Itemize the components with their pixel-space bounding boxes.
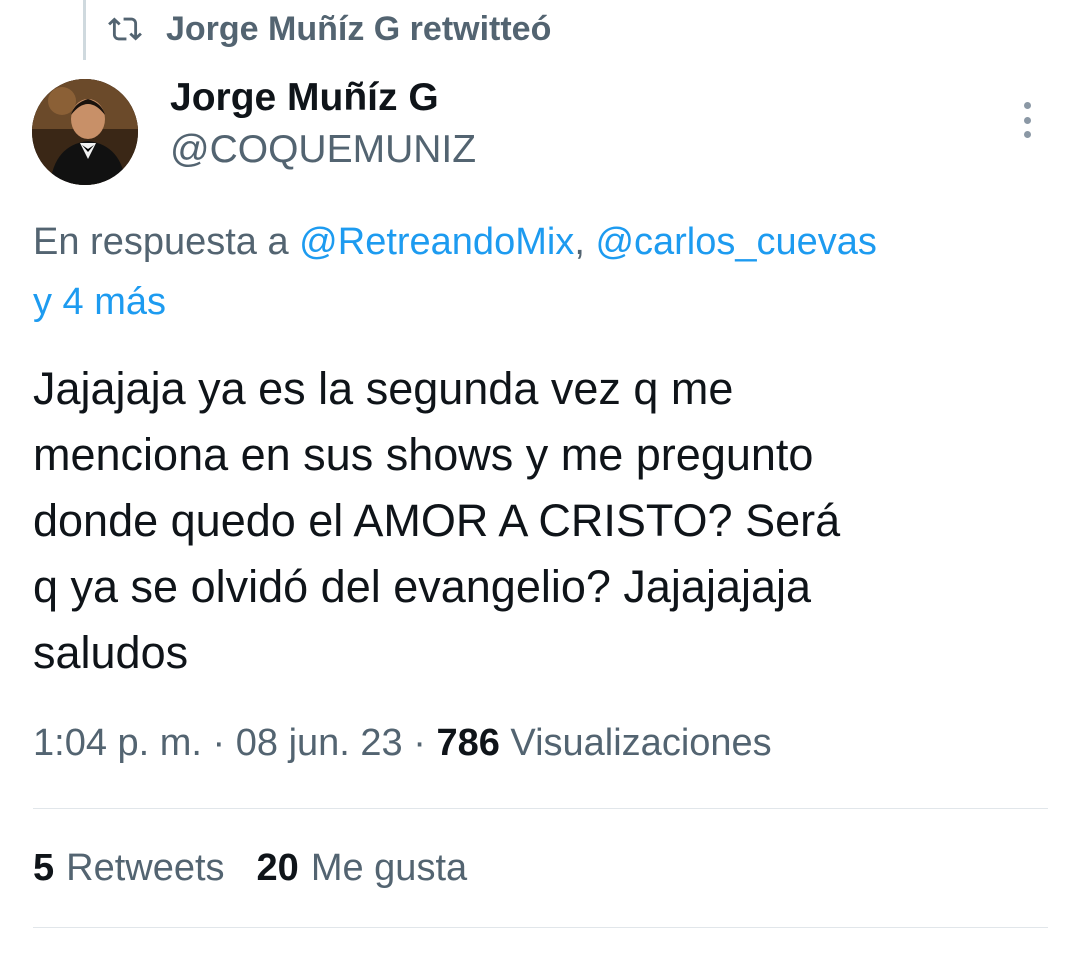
author-handle[interactable]: @COQUEMUNIZ — [170, 128, 476, 172]
mention-retreandomix[interactable]: @RetreandoMix — [299, 221, 574, 263]
more-vertical-icon-dot — [1023, 131, 1031, 138]
retweet-icon — [108, 17, 142, 41]
retweets-label: Retweets — [66, 847, 225, 889]
tweet-meta: 1:04 p. m. · 08 jun. 23 · 786 Visualizac… — [33, 722, 772, 765]
reply-prefix: En respuesta a — [33, 221, 300, 263]
reply-context: En respuesta a @RetreandoMix, @carlos_cu… — [33, 212, 1053, 332]
thread-line — [83, 0, 86, 60]
views-label: Visualizaciones — [499, 722, 772, 764]
more-vertical-icon-dot — [1023, 102, 1031, 109]
likes-stat[interactable]: 20 Me gusta — [257, 847, 468, 890]
tweet-text: Jajajaja ya es la segunda vez q me menci… — [33, 363, 841, 678]
tweet-date[interactable]: 08 jun. 23 — [236, 722, 403, 764]
author-display-name[interactable]: Jorge Muñíz G — [170, 76, 439, 120]
reply-separator: , — [574, 221, 596, 263]
mention-more-link[interactable]: y 4 más — [33, 281, 166, 323]
meta-separator: · — [402, 722, 437, 764]
more-options-button[interactable] — [1010, 98, 1044, 142]
retweet-banner-text: Jorge Muñíz G retwitteó — [166, 9, 552, 48]
views-count: 786 — [436, 722, 500, 764]
retweets-count: 5 — [33, 847, 55, 889]
tweet-time[interactable]: 1:04 p. m. — [33, 722, 202, 764]
divider — [33, 808, 1048, 809]
meta-separator: · — [201, 722, 236, 764]
divider — [33, 927, 1048, 928]
engagement-stats: 5 Retweets 20 Me gusta — [33, 847, 499, 890]
avatar[interactable] — [32, 79, 138, 185]
likes-label: Me gusta — [310, 847, 468, 889]
more-vertical-icon-dot — [1023, 116, 1031, 124]
retweet-banner[interactable]: Jorge Muñíz G retwitteó — [108, 6, 551, 52]
mention-carlos-cuevas[interactable]: @carlos_cuevas — [595, 221, 876, 263]
likes-count: 20 — [256, 847, 299, 889]
profile-photo — [32, 79, 138, 185]
retweets-stat[interactable]: 5 Retweets — [33, 847, 225, 890]
